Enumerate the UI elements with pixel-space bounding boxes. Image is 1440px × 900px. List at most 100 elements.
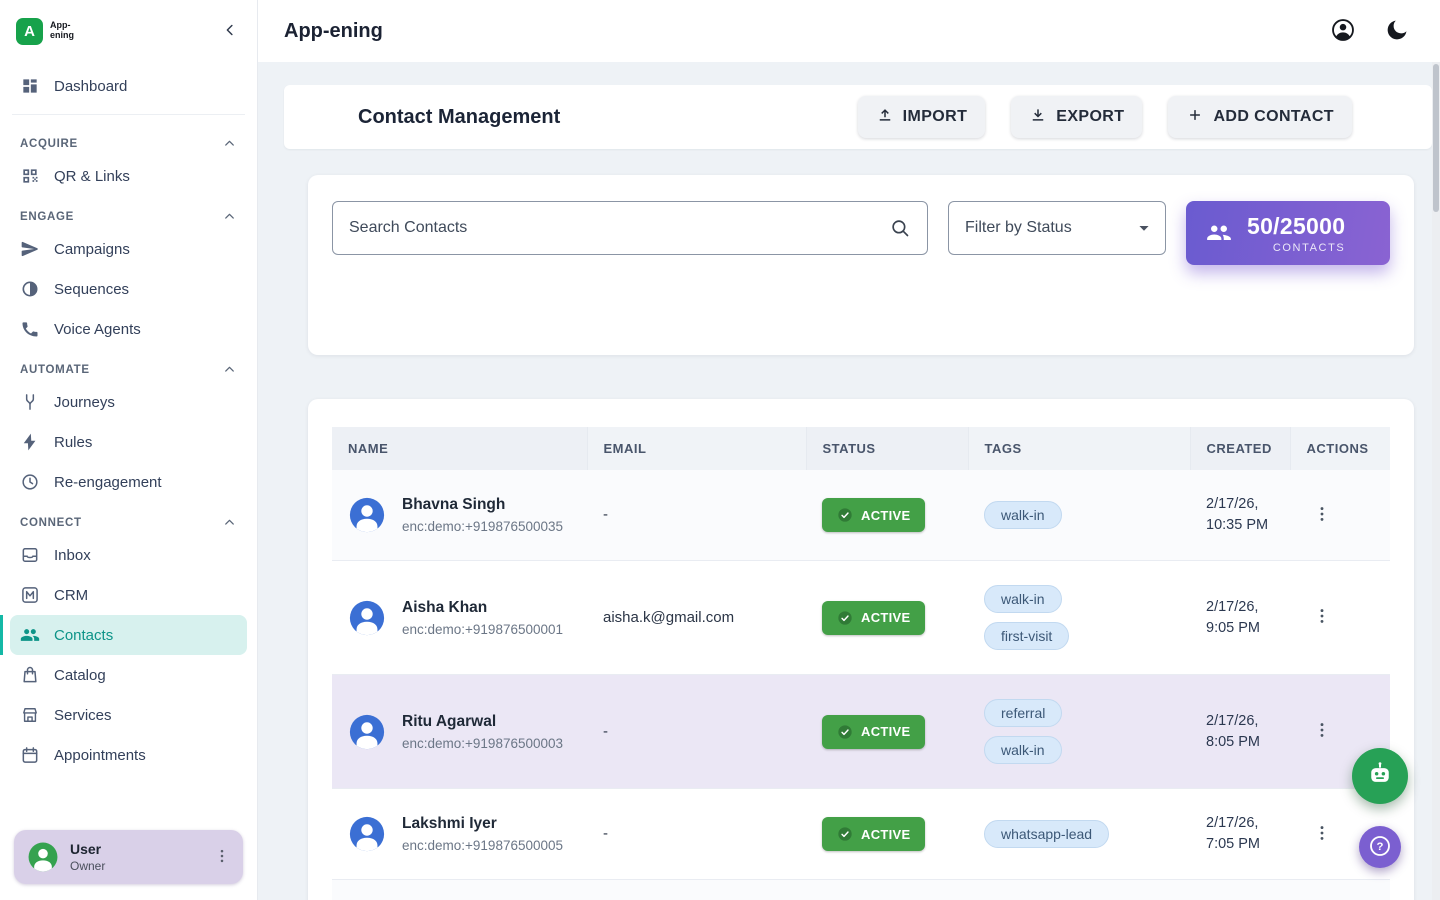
scrollbar-track[interactable] [1432, 62, 1440, 900]
created-cell: 2/17/26, 8:05 PM [1190, 675, 1290, 789]
table-header: NAMEEMAILSTATUSTAGSCREATEDACTIONS [332, 427, 1390, 470]
row-menu-button[interactable] [1306, 600, 1338, 635]
sidebar-item-appointments[interactable]: Appointments [10, 735, 247, 775]
export-button[interactable]: EXPORT [1011, 96, 1142, 138]
app-logo: A App- ening [16, 18, 74, 45]
row-menu-button[interactable] [1306, 817, 1338, 852]
qr-code-icon [20, 166, 40, 186]
contact-avatar-icon [348, 496, 386, 534]
chevron-up-icon [222, 515, 237, 530]
status-badge: ACTIVE [822, 817, 925, 851]
sidebar-item-label: Campaigns [54, 241, 130, 258]
contact-identity: Aisha Khan enc:demo:+919876500001 [402, 599, 563, 637]
contact-phone: enc:demo:+919876500005 [402, 838, 563, 853]
search-icon[interactable] [889, 217, 911, 239]
plus-icon [1186, 106, 1204, 129]
tag-pill: first-visit [984, 622, 1069, 650]
sidebar-item-rules[interactable]: Rules [10, 422, 247, 462]
crm-icon [20, 585, 40, 605]
status-badge: ACTIVE [822, 601, 925, 635]
sidebar-item-label: Journeys [54, 394, 115, 411]
section-header-connect[interactable]: CONNECT [10, 502, 247, 535]
created-timestamp: 2/17/26, 7:05 PM [1206, 813, 1274, 855]
import-button[interactable]: IMPORT [858, 96, 986, 138]
tags-cell-list: referralwalk-in [984, 699, 1174, 764]
sidebar-item-voice-agents[interactable]: Voice Agents [10, 309, 247, 349]
app-root: A App- ening Dashboard ACQUIRE [0, 0, 1440, 900]
row-menu-button[interactable] [1306, 714, 1338, 749]
sidebar-item-re-engagement[interactable]: Re-engagement [10, 462, 247, 502]
created-date: 2/17/26, [1206, 599, 1258, 615]
table-row[interactable]: Lakshmi Iyer enc:demo:+919876500005 - AC… [332, 789, 1390, 880]
created-date: 2/17/26, [1206, 815, 1258, 831]
sidebar-item-label: Services [54, 707, 112, 724]
tag-pill: whatsapp-lead [984, 820, 1109, 848]
section-header-engage[interactable]: ENGAGE [10, 196, 247, 229]
sidebar-item-campaigns[interactable]: Campaigns [10, 229, 247, 269]
contact-phone: enc:demo:+919876500035 [402, 519, 563, 534]
kebab-menu-icon [1312, 720, 1332, 743]
account-button[interactable] [1330, 17, 1356, 46]
sidebar-item-label: Catalog [54, 667, 106, 684]
contact-name: Bhavna Singh [402, 496, 563, 514]
contact-count-badge: 50/25000 CONTACTS [1186, 201, 1390, 265]
tag-pill: walk-in [984, 501, 1062, 529]
email-cell: - [587, 675, 806, 789]
created-time: 10:35 PM [1206, 517, 1268, 533]
user-name: User [70, 841, 203, 857]
sidebar-item-crm[interactable]: CRM [10, 575, 247, 615]
sidebar-collapse-button[interactable] [221, 21, 239, 42]
actions-cell [1290, 470, 1390, 561]
sidebar-item-journeys[interactable]: Journeys [10, 382, 247, 422]
column-header-created: CREATED [1190, 427, 1290, 470]
search-input[interactable] [349, 219, 889, 237]
created-time: 9:05 PM [1206, 620, 1260, 636]
tag-pill: referral [984, 699, 1062, 727]
sidebar-item-label: Re-engagement [54, 474, 162, 491]
phone-icon [20, 319, 40, 339]
status-filter-label: Filter by Status [965, 219, 1133, 237]
help-fab[interactable]: ? [1359, 826, 1401, 868]
contact-count-text: 50/25000 CONTACTS [1247, 213, 1345, 254]
email-cell [587, 880, 806, 900]
contacts-table: NAMEEMAILSTATUSTAGSCREATEDACTIONS Bhavna… [332, 427, 1390, 900]
add-contact-button[interactable]: ADD CONTACT [1168, 96, 1352, 138]
sidebar-item-contacts[interactable]: Contacts [10, 615, 247, 655]
table-row[interactable]: Aisha Khan enc:demo:+919876500001 aisha.… [332, 561, 1390, 675]
section-header-automate[interactable]: AUTOMATE [10, 349, 247, 382]
user-meta: User Owner [70, 841, 203, 873]
sidebar-item-services[interactable]: Services [10, 695, 247, 735]
page-title: Contact Management [358, 106, 560, 129]
sidebar-item-dashboard[interactable]: Dashboard [10, 66, 247, 106]
contact-avatar-icon [348, 599, 386, 637]
dark-mode-toggle[interactable] [1384, 17, 1410, 46]
sidebar-item-label: CRM [54, 587, 88, 604]
tags-cell: walk-in first-visit [968, 561, 1190, 675]
logo-icon: A [16, 18, 43, 45]
row-menu-button[interactable] [1306, 498, 1338, 533]
actions-cell [1290, 880, 1390, 900]
created-timestamp: 2/17/26, 9:05 PM [1206, 597, 1274, 639]
user-menu-button[interactable] [213, 847, 231, 868]
tags-cell: referralwalk-in [968, 675, 1190, 789]
table-row[interactable]: Bhavna Singh enc:demo:+919876500035 - AC… [332, 470, 1390, 561]
scrollbar-thumb[interactable] [1433, 64, 1439, 212]
sidebar-item-qr-links[interactable]: QR & Links [10, 156, 247, 196]
table-body: Bhavna Singh enc:demo:+919876500035 - AC… [332, 470, 1390, 900]
section-label: ACQUIRE [20, 138, 78, 150]
table-row[interactable]: Ritu Agarwal enc:demo:+919876500003 - AC… [332, 675, 1390, 789]
sidebar-item-catalog[interactable]: Catalog [10, 655, 247, 695]
dashboard-icon [20, 76, 40, 96]
sidebar-item-inbox[interactable]: Inbox [10, 535, 247, 575]
table-row[interactable]: Jyoti Rawat ACTIVE campaign-lead 2/17/26… [332, 880, 1390, 900]
status-filter-select[interactable]: Filter by Status [948, 201, 1166, 255]
chevron-down-icon [1133, 217, 1155, 239]
section-header-acquire[interactable]: ACQUIRE [10, 123, 247, 156]
tag-pill: walk-in [984, 585, 1062, 613]
user-card[interactable]: User Owner [14, 830, 243, 884]
chatbot-fab[interactable] [1352, 748, 1408, 804]
sidebar-item-sequences[interactable]: Sequences [10, 269, 247, 309]
chevron-left-icon [221, 21, 239, 42]
contact-email: - [603, 825, 608, 842]
tags-cell: walk-in [968, 470, 1190, 561]
